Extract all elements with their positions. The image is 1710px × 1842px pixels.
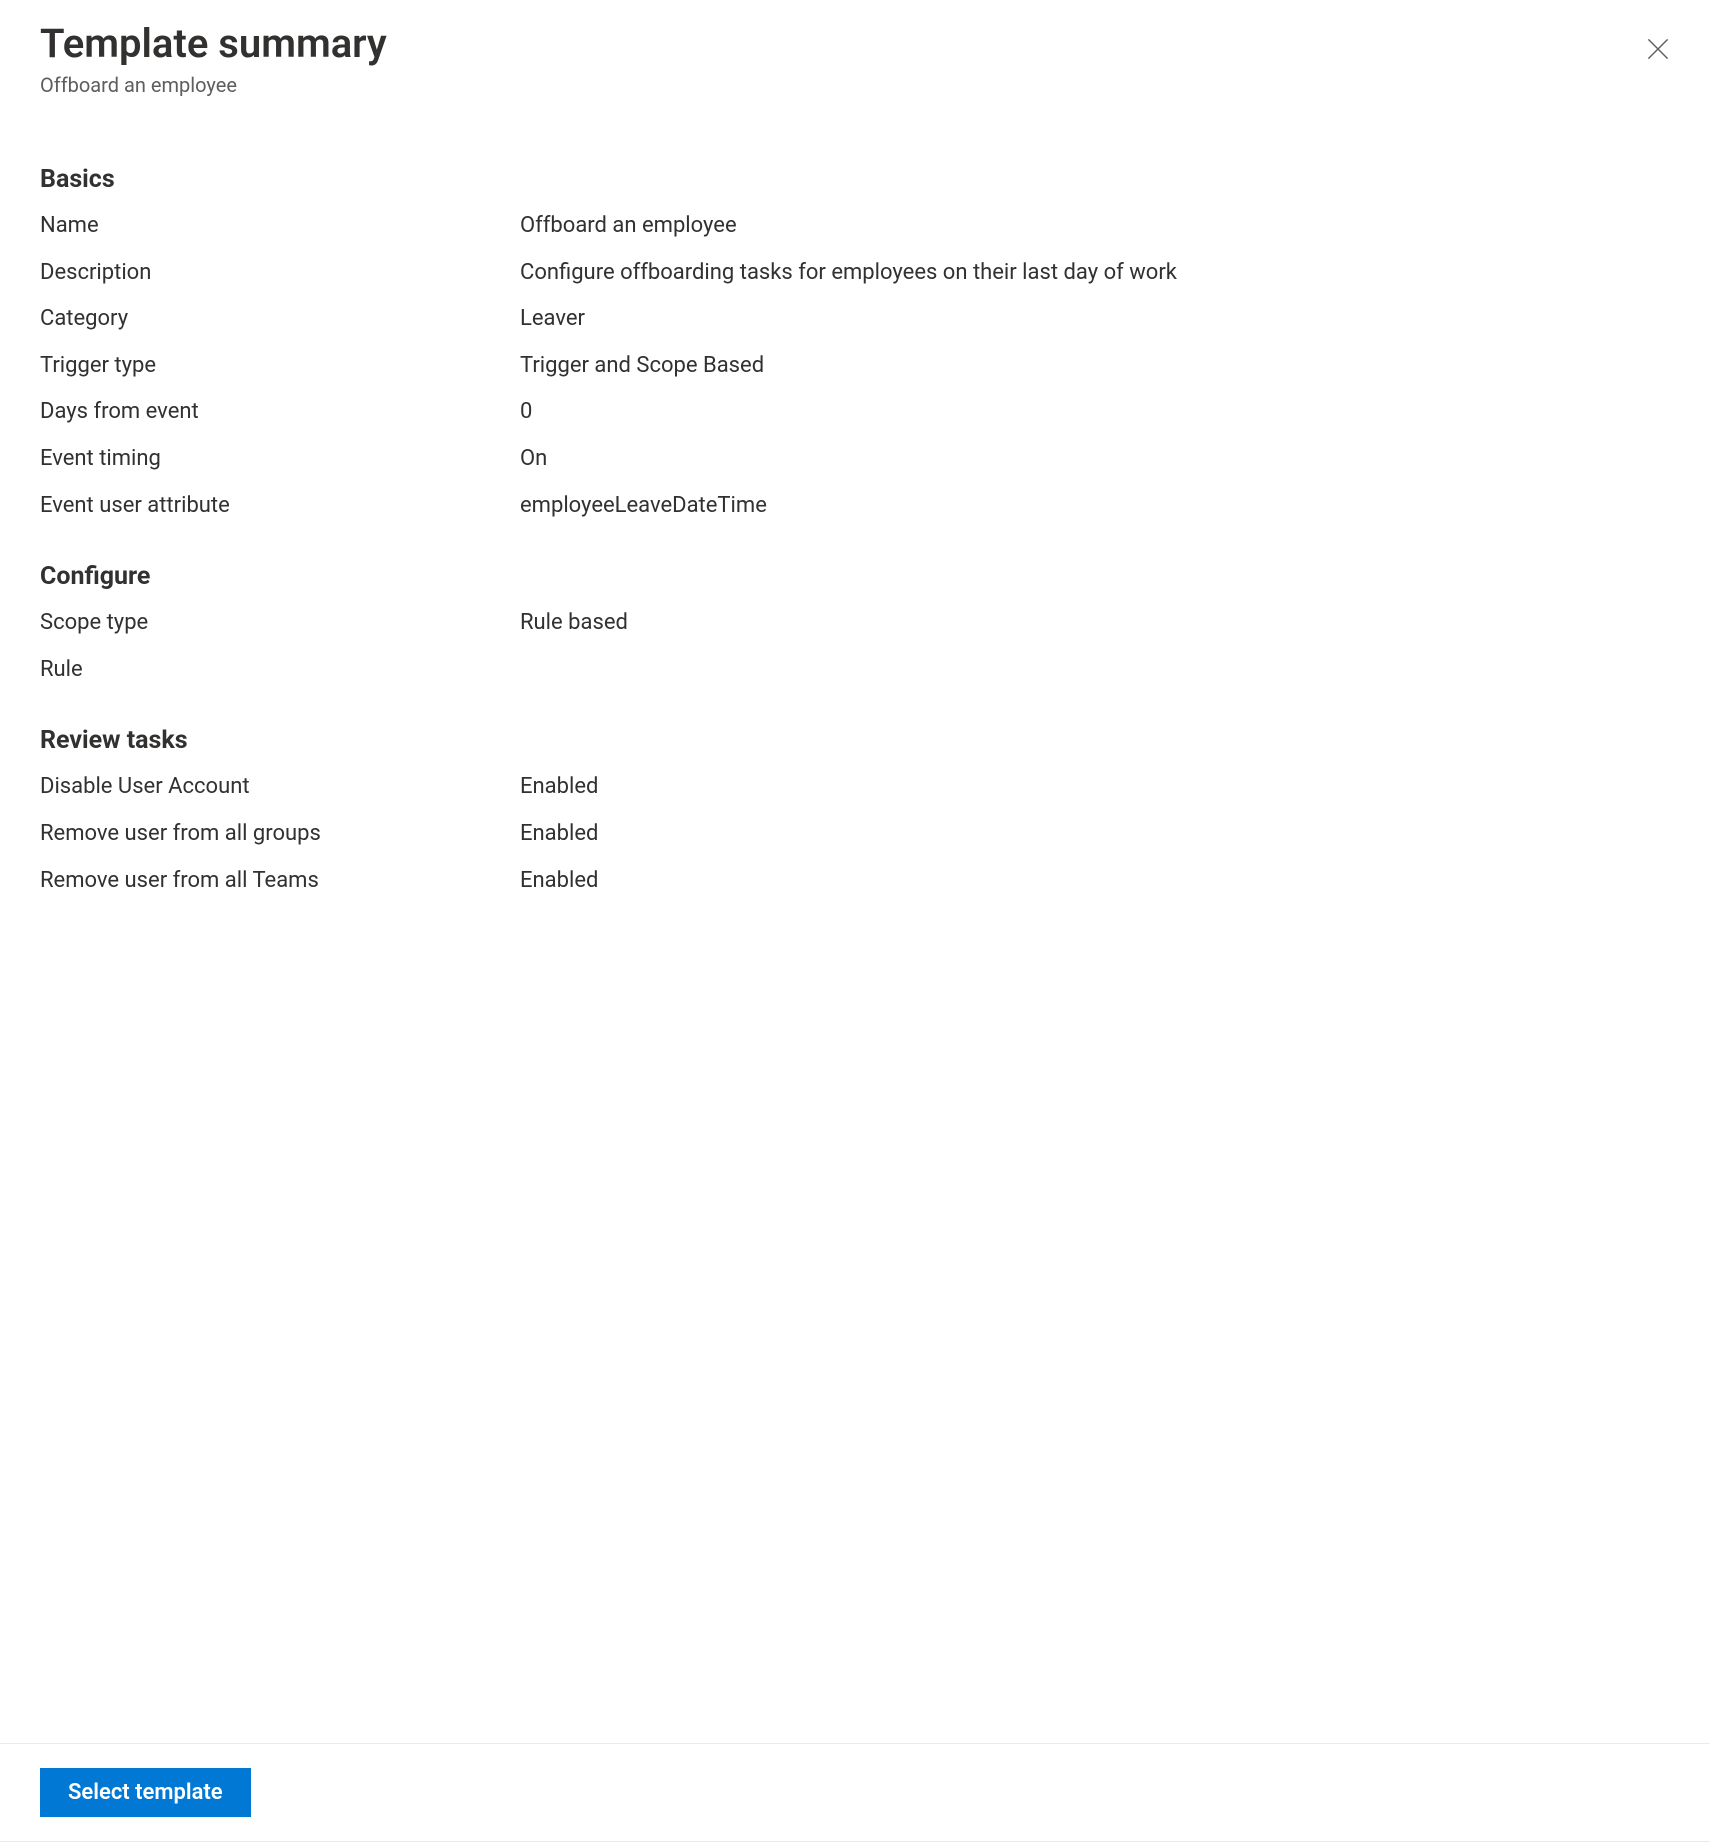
panel-header: Template summary Offboard an employee (0, 0, 1710, 105)
kv-label: Description (40, 259, 520, 288)
section-configure: Configure Scope type Rule based Rule (40, 562, 1670, 684)
page-subtitle: Offboard an employee (40, 73, 1670, 97)
kv-label: Name (40, 212, 520, 241)
section-heading-basics: Basics (40, 165, 1670, 194)
kv-value: Offboard an employee (520, 212, 1670, 241)
kv-label: Remove user from all Teams (40, 867, 520, 896)
kv-row-event-user-attribute: Event user attribute employeeLeaveDateTi… (40, 492, 1670, 521)
kv-label: Days from event (40, 398, 520, 427)
kv-label: Rule (40, 656, 520, 685)
kv-value: Enabled (520, 820, 1670, 849)
kv-value: Enabled (520, 867, 1670, 896)
close-button[interactable] (1646, 38, 1670, 62)
kv-label: Event timing (40, 445, 520, 474)
kv-label: Event user attribute (40, 492, 520, 521)
close-icon (1647, 38, 1669, 63)
template-summary-panel: Template summary Offboard an employee Ba… (0, 0, 1710, 1842)
kv-value: Enabled (520, 773, 1670, 802)
page-title: Template summary (40, 20, 1670, 67)
kv-value: Leaver (520, 305, 1670, 334)
kv-row-description: Description Configure offboarding tasks … (40, 259, 1670, 288)
panel-footer: Select template (0, 1743, 1710, 1842)
kv-row-category: Category Leaver (40, 305, 1670, 334)
section-heading-configure: Configure (40, 562, 1670, 591)
panel-content: Basics Name Offboard an employee Descrip… (0, 105, 1710, 1743)
section-review-tasks: Review tasks Disable User Account Enable… (40, 726, 1670, 895)
kv-row-event-timing: Event timing On (40, 445, 1670, 474)
section-heading-review-tasks: Review tasks (40, 726, 1670, 755)
kv-row-name: Name Offboard an employee (40, 212, 1670, 241)
kv-value: 0 (520, 398, 1670, 427)
kv-label: Scope type (40, 609, 520, 638)
kv-row-days-from-event: Days from event 0 (40, 398, 1670, 427)
select-template-button[interactable]: Select template (40, 1768, 251, 1817)
kv-value: Trigger and Scope Based (520, 352, 1670, 381)
kv-label: Trigger type (40, 352, 520, 381)
kv-row-disable-user-account: Disable User Account Enabled (40, 773, 1670, 802)
section-basics: Basics Name Offboard an employee Descrip… (40, 165, 1670, 520)
kv-label: Remove user from all groups (40, 820, 520, 849)
kv-row-remove-user-teams: Remove user from all Teams Enabled (40, 867, 1670, 896)
kv-label: Disable User Account (40, 773, 520, 802)
kv-value: On (520, 445, 1670, 474)
kv-value: Configure offboarding tasks for employee… (520, 259, 1670, 288)
kv-label: Category (40, 305, 520, 334)
kv-row-rule: Rule (40, 656, 1670, 685)
kv-value: employeeLeaveDateTime (520, 492, 1670, 521)
kv-row-scope-type: Scope type Rule based (40, 609, 1670, 638)
kv-value: Rule based (520, 609, 1670, 638)
kv-row-remove-user-groups: Remove user from all groups Enabled (40, 820, 1670, 849)
kv-row-trigger-type: Trigger type Trigger and Scope Based (40, 352, 1670, 381)
